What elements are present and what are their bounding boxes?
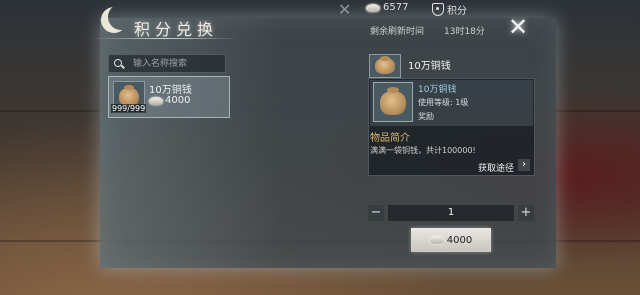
- exchange-price: 4000: [446, 234, 473, 246]
- search-icon: [113, 58, 122, 70]
- moon-icon: [108, 4, 134, 30]
- coin-bag-icon: [373, 82, 413, 122]
- list-item[interactable]: 999/999 10万铜钱 4000: [108, 76, 230, 118]
- ingot-currency: 6577: [366, 2, 408, 13]
- ingot-icon: [429, 236, 444, 244]
- item-price-value: 4000: [165, 95, 191, 106]
- exchange-button[interactable]: 4000: [411, 228, 491, 252]
- decrease-button[interactable]: −: [368, 205, 384, 221]
- chevron-right-icon: ›: [522, 159, 526, 170]
- window-title: 积分兑换: [134, 20, 219, 39]
- search-input[interactable]: [131, 57, 225, 70]
- refresh-time: 13时18分: [444, 27, 485, 37]
- detail-item-name: 10万铜钱: [418, 85, 457, 95]
- detail-description: 满满一袋铜钱，共计100000!: [370, 146, 476, 155]
- title-divider: [90, 38, 240, 39]
- shield-icon: [432, 3, 444, 16]
- item-detail-card: 10万铜钱 使用等级: 1级 奖励 物品简介 满满一袋铜钱，共计100000! …: [368, 78, 535, 176]
- coin-bag-icon: [369, 54, 401, 78]
- quantity-field[interactable]: 1: [388, 205, 514, 221]
- ingot-icon: [149, 96, 163, 105]
- search-box[interactable]: [108, 54, 226, 73]
- quantity-stepper: − 1 +: [368, 205, 534, 221]
- source-button[interactable]: ›: [518, 159, 530, 171]
- ingot-icon: [366, 3, 380, 12]
- decoration-icon: ✕: [338, 0, 352, 19]
- item-name: 10万铜钱: [149, 85, 192, 96]
- item-price: 4000: [149, 95, 190, 106]
- close-button[interactable]: ✕: [505, 14, 531, 40]
- detail-title: 10万铜钱: [408, 61, 451, 72]
- detail-level: 使用等级: 1级: [418, 98, 469, 107]
- points-currency: 积分: [432, 2, 467, 17]
- detail-section-title: 物品简介: [370, 133, 410, 144]
- ingot-amount: 6577: [383, 2, 409, 13]
- points-label: 积分: [447, 6, 467, 17]
- item-stock: 999/999: [111, 104, 147, 113]
- source-link[interactable]: 获取途径: [478, 161, 514, 174]
- increase-button[interactable]: +: [518, 205, 534, 221]
- close-icon: ✕: [507, 13, 529, 41]
- detail-type: 奖励: [418, 112, 434, 121]
- refresh-label: 剩余刷新时间: [370, 27, 425, 37]
